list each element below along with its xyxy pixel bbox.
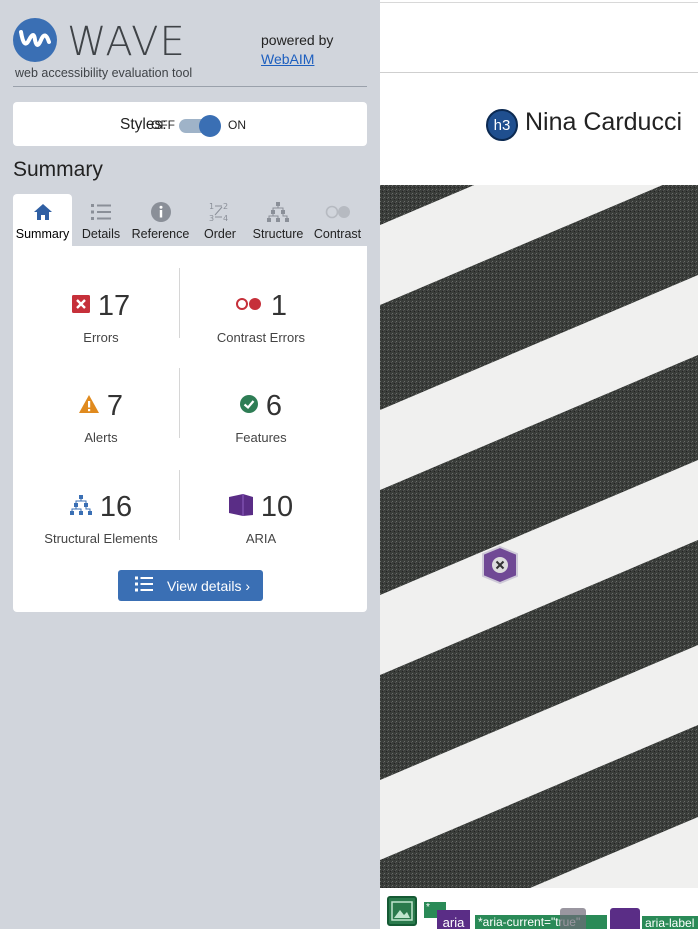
structure-icon [69, 494, 92, 520]
summary-heading: Summary [13, 158, 103, 181]
aria-hidden-icon[interactable] [481, 545, 519, 585]
styles-toggle-panel: Styles: OFF ON [13, 102, 367, 146]
tab-reference[interactable]: Reference [129, 194, 192, 246]
tab-label: Summary [15, 227, 70, 241]
styles-off-label: OFF [151, 118, 175, 132]
structural-label: Structural Elements [44, 531, 158, 546]
aria-current-tag[interactable]: *aria-current="true" [475, 915, 607, 929]
errors-count: 17 [97, 289, 131, 322]
tab-label: Structure [252, 227, 304, 241]
styles-on-label: ON [228, 118, 246, 132]
alerts-label: Alerts [84, 430, 118, 445]
structural-count: 16 [99, 490, 133, 523]
svg-text:1: 1 [209, 202, 214, 211]
wave-header: WAVE web accessibility evaluation tool p… [13, 17, 367, 87]
features-count: 6 [265, 389, 283, 422]
panel-tabs: Summary Details Reference 1234 Order Str… [13, 194, 367, 246]
svg-text:2: 2 [223, 202, 228, 211]
info-icon [129, 202, 192, 222]
view-details-label: View details › [167, 577, 251, 594]
tab-details[interactable]: Details [73, 194, 129, 246]
home-icon [13, 202, 72, 222]
errors-label: Errors [83, 330, 119, 345]
tab-structure[interactable]: Structure [248, 194, 308, 246]
tab-order[interactable]: 1234 Order [192, 194, 248, 246]
summary-panel: 17 Errors 1 Contrast Errors 7 Alerts 6 F… [13, 246, 367, 612]
svg-text:4: 4 [223, 214, 228, 223]
page-preview: h3 Nina Carducci * aria *aria-current="t… [380, 0, 698, 929]
structural-elements-stat[interactable]: 16 Structural Elements [13, 489, 189, 569]
preview-heading: Nina Carducci [525, 108, 683, 136]
alerts-count: 7 [106, 389, 124, 422]
aria-tag-icon[interactable] [610, 908, 640, 929]
contrast-errors-stat[interactable]: 1 Contrast Errors [173, 288, 349, 368]
view-details-button[interactable]: View details › [118, 570, 263, 601]
contrast-errors-count: 1 [270, 289, 288, 322]
order-icon: 1234 [192, 202, 248, 223]
aria-tag-icon[interactable]: aria [437, 910, 470, 929]
contrast-errors-label: Contrast Errors [216, 330, 306, 345]
features-label: Features [235, 430, 287, 445]
wave-tagline: web accessibility evaluation tool [15, 66, 193, 80]
aria-label-tag[interactable]: aria-label [642, 916, 698, 929]
wave-logo-text: WAVE [67, 19, 186, 65]
tag-icon[interactable] [560, 908, 586, 929]
wave-logo-icon [13, 18, 57, 62]
aria-label: ARIA [245, 531, 277, 546]
list-icon [135, 576, 153, 595]
styles-toggle-knob[interactable] [199, 115, 221, 137]
tab-label: Details [81, 227, 121, 241]
contrast-icon [308, 202, 367, 222]
crosswalk-photo [380, 185, 698, 888]
wave-sidebar: WAVE web accessibility evaluation tool p… [0, 0, 380, 929]
list-icon [73, 202, 129, 222]
aria-icon [228, 493, 253, 521]
preview-bottom-icons: * aria *aria-current="true" aria-label [380, 888, 698, 929]
aria-count: 10 [260, 490, 294, 523]
preview-top-bar [380, 2, 698, 73]
feature-check-icon [239, 394, 258, 418]
errors-stat[interactable]: 17 Errors [13, 288, 189, 368]
alert-icon [78, 394, 99, 418]
structure-icon [248, 202, 308, 222]
svg-text:3: 3 [209, 214, 214, 223]
tab-label: Order [204, 227, 236, 241]
image-icon[interactable] [387, 896, 417, 926]
error-icon [71, 294, 90, 318]
tab-label: Reference [131, 227, 190, 241]
tab-summary[interactable]: Summary [13, 194, 72, 246]
webaim-link[interactable]: WebAIM [261, 51, 314, 67]
powered-by-text: powered by [261, 32, 334, 48]
features-stat[interactable]: 6 Features [173, 388, 349, 468]
alerts-stat[interactable]: 7 Alerts [13, 388, 189, 468]
aria-stat[interactable]: 10 ARIA [173, 489, 349, 569]
tab-contrast[interactable]: Contrast [308, 194, 367, 246]
heading-level-icon[interactable]: h3 [486, 109, 518, 141]
contrast-error-icon [235, 297, 263, 316]
tab-label: Contrast [313, 227, 362, 241]
